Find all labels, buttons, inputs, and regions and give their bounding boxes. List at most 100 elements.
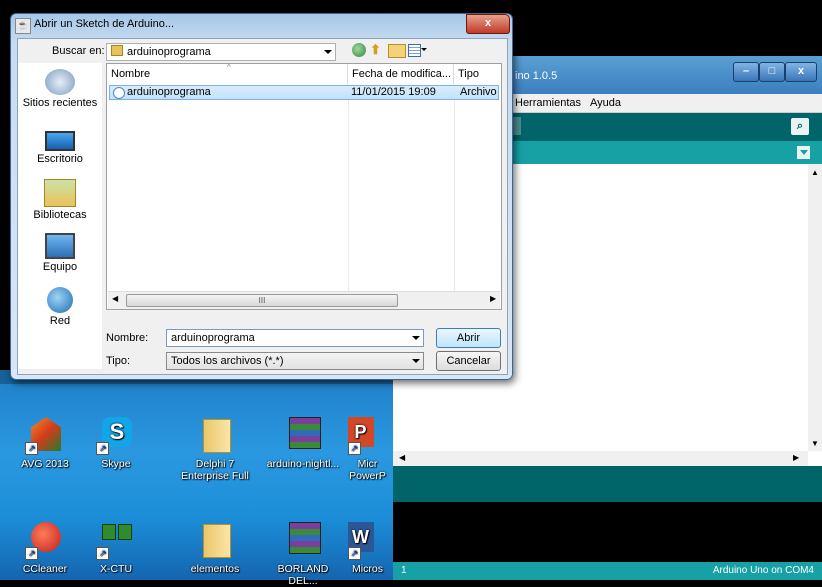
place-recent[interactable]: Sitios recientes	[18, 69, 102, 109]
network-icon	[47, 287, 73, 313]
scroll-thumb[interactable]: III	[126, 294, 398, 307]
column-divider	[348, 84, 349, 291]
place-desktop[interactable]: Escritorio	[18, 125, 102, 165]
scroll-up-icon: ▲	[811, 168, 819, 177]
column-header-type[interactable]: Tipo	[454, 64, 501, 84]
serial-monitor-icon[interactable]: ⌕	[791, 118, 809, 135]
menu-herramientas[interactable]: Herramientas	[515, 97, 581, 109]
chevron-down-icon	[412, 359, 420, 363]
close-icon: x	[484, 17, 492, 29]
desktop-icon-ccleaner[interactable]: ↗ CCleaner	[7, 520, 83, 575]
file-list: Nombre ^ Fecha de modifica... Tipo arduin…	[106, 63, 502, 310]
scroll-left-icon: ◀	[112, 294, 119, 303]
cancel-label: Cancelar	[446, 355, 491, 367]
open-button[interactable]: Abrir	[436, 328, 501, 348]
filename-label: Nombre:	[106, 332, 149, 344]
editor-vscroll[interactable]: ▲ ▼	[808, 164, 822, 451]
arduino-window-title: ino 1.0.5	[515, 70, 558, 82]
java-icon: ☕	[15, 18, 31, 34]
winrar-archive-icon	[283, 415, 323, 455]
word-icon: W ↗	[347, 520, 388, 560]
place-label: Red	[49, 315, 71, 327]
open-sketch-dialog: ☕ Abrir un Sketch de Arduino... x Buscar…	[10, 13, 513, 380]
powerpoint-icon: P ↗	[347, 415, 388, 455]
file-row[interactable]: arduinoprograma 11/01/2015 19:09 Archivo…	[109, 85, 499, 100]
arduino-statusbar: 1 Arduino Uno on COM4	[393, 562, 822, 580]
sketch-file-icon	[113, 87, 125, 99]
new-folder-icon[interactable]	[388, 44, 406, 58]
skype-icon: S ↗	[96, 415, 136, 455]
desktop-icon-skype[interactable]: S ↗ Skype	[78, 415, 154, 470]
minimize-button[interactable]: –	[733, 62, 759, 82]
xctu-icon: ↗	[96, 520, 136, 560]
place-label: Escritorio	[37, 153, 83, 165]
desktop-icon-powerpoint[interactable]: P ↗ Micr PowerP	[340, 415, 395, 482]
look-in-dropdown[interactable]: arduinoprograma	[106, 43, 336, 61]
chevron-down-icon	[412, 336, 420, 340]
places-bar: Sitios recientes Escritorio Bibliotecas …	[18, 63, 102, 369]
desktop-icon-arduino-nightly[interactable]: arduino-nightl...	[265, 415, 341, 470]
dialog-body: Buscar en: arduinoprograma ⬆ Sitios reci…	[17, 38, 508, 375]
place-label: Equipo	[42, 261, 78, 273]
desktop-icon-borland[interactable]: BORLAND DEL...	[265, 520, 341, 587]
scroll-left-icon: ◀	[399, 453, 406, 462]
editor-hscroll[interactable]: ◀ ▶	[393, 451, 808, 466]
place-libraries[interactable]: Bibliotecas	[18, 179, 102, 221]
look-in-label: Buscar en:	[52, 45, 105, 57]
scroll-grip: III	[258, 296, 266, 305]
desktop-background: ↗ AVG 2013 S ↗ Skype Delphi 7 Enterprise…	[0, 370, 395, 587]
folder-icon	[111, 45, 123, 56]
desktop-icon-label: Micr PowerP	[349, 458, 386, 482]
console-message-bar	[393, 466, 822, 502]
tab-menu-icon[interactable]	[797, 146, 810, 159]
desktop-icon-label: Delphi 7 Enterprise Full	[181, 458, 249, 482]
cancel-button[interactable]: Cancelar	[436, 351, 501, 371]
close-icon: x	[797, 65, 805, 77]
desktop-icon-label: X-CTU	[99, 563, 133, 575]
desktop-icon	[45, 131, 75, 151]
file-list-hscroll[interactable]: ◀ III ▶	[108, 291, 500, 309]
up-folder-icon[interactable]: ⬆	[370, 43, 384, 57]
scroll-right-icon: ▶	[793, 453, 800, 462]
libraries-icon	[44, 179, 76, 207]
scroll-down-icon: ▼	[811, 439, 819, 448]
computer-icon	[45, 233, 75, 259]
file-name: arduinoprograma	[127, 86, 211, 98]
maximize-icon: □	[768, 65, 776, 77]
desktop-icon-avg[interactable]: ↗ AVG 2013	[7, 415, 83, 470]
desktop-icon-elementos[interactable]: elementos	[180, 520, 250, 575]
dialog-close-button[interactable]: x	[466, 14, 510, 34]
filename-value: arduinoprograma	[171, 332, 255, 344]
column-divider	[454, 84, 455, 291]
sort-up-icon: ^	[227, 63, 231, 72]
close-button[interactable]: x	[785, 62, 817, 82]
place-computer[interactable]: Equipo	[18, 233, 102, 273]
column-label: Nombre	[111, 68, 151, 80]
desktop-icon-label: BORLAND DEL...	[277, 563, 329, 587]
toolbar-button-edge[interactable]	[513, 117, 521, 135]
filetype-dropdown[interactable]: Todos los archivos (*.*)	[166, 352, 424, 370]
chevron-down-icon	[324, 50, 332, 54]
dialog-title: Abrir un Sketch de Arduino...	[34, 18, 175, 30]
console-output	[393, 502, 822, 562]
maximize-button[interactable]: □	[759, 62, 785, 82]
desktop-icon-label: Micros	[352, 563, 383, 575]
ccleaner-icon: ↗	[25, 520, 65, 560]
column-header-name[interactable]: Nombre ^	[107, 63, 348, 84]
minimize-icon: –	[742, 65, 750, 77]
desktop-icon-word[interactable]: W ↗ Micros	[340, 520, 395, 575]
file-type: Archivo IN	[460, 86, 498, 98]
back-icon[interactable]	[352, 43, 366, 57]
menu-ayuda[interactable]: Ayuda	[590, 97, 621, 109]
view-menu-icon[interactable]	[408, 43, 427, 57]
place-network[interactable]: Red	[18, 287, 102, 327]
column-label: Tipo	[458, 68, 479, 80]
desktop-icon-delphi[interactable]: Delphi 7 Enterprise Full	[180, 415, 250, 482]
column-header-date[interactable]: Fecha de modifica...	[348, 64, 454, 84]
desktop-icon-xctu[interactable]: ↗ X-CTU	[78, 520, 154, 575]
place-label: Bibliotecas	[33, 209, 87, 221]
status-board: Arduino Uno on COM4	[712, 565, 814, 576]
avg-icon: ↗	[25, 415, 65, 455]
filename-input[interactable]: arduinoprograma	[166, 329, 424, 347]
open-label: Abrir	[456, 332, 481, 344]
